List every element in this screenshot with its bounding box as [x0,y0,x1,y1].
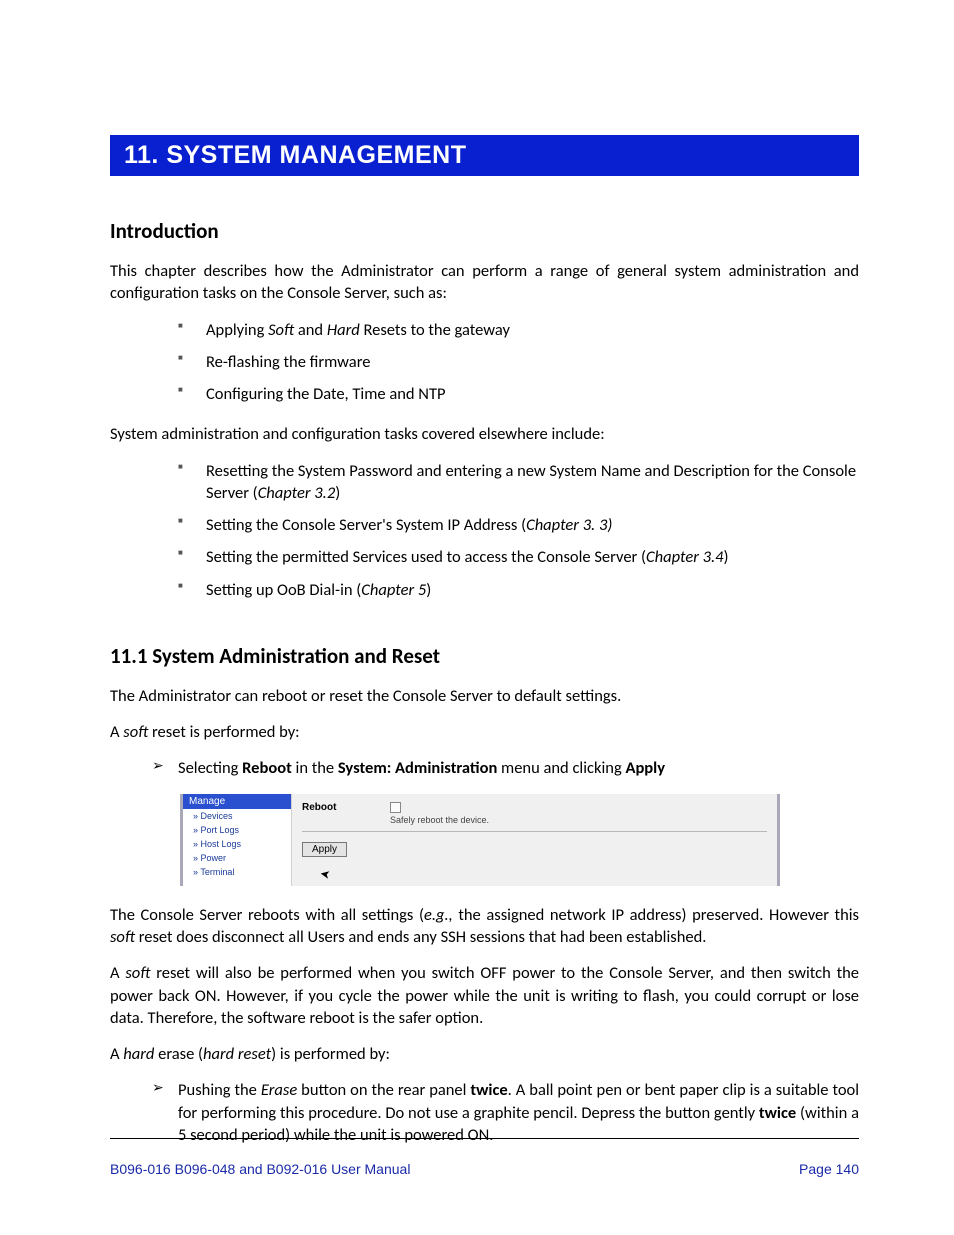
text-italic: e.g., [424,905,453,925]
section-11-1-heading: 11.1 System Administration and Reset [110,643,859,669]
text: and [294,320,327,340]
page-footer: B096-016 B096-048 and B092-016 User Manu… [110,1138,859,1177]
text: erase ( [154,1044,203,1064]
footer-left: B096-016 B096-048 and B092-016 User Manu… [110,1161,410,1177]
text: A [110,722,123,742]
arrow-list: Pushing the Erase button on the rear pan… [152,1079,859,1146]
text: The Console Server reboots with all sett… [110,905,424,925]
intro-heading: Introduction [110,218,859,244]
footer-rule [110,1138,859,1139]
text-italic: hard [123,1044,154,1064]
text: the assigned network IP address) preserv… [453,905,859,925]
list-item: Setting the permitted Services used to a… [178,546,859,568]
text: in the [292,758,338,778]
text: A [110,1044,123,1064]
arrow-list: Selecting Reboot in the System: Administ… [152,757,859,779]
reboot-help-text: Safely reboot the device. [390,815,767,825]
list-item: Resetting the System Password and enteri… [178,460,859,505]
text-italic: Soft [268,320,294,340]
text: Selecting [178,758,242,778]
text-italic: soft [110,927,135,947]
text-italic: Hard [327,320,360,340]
text: menu and clicking [497,758,625,778]
text: Resets to the gateway [360,320,510,340]
text-bold: Reboot [242,758,292,778]
text-italic: hard reset [203,1044,271,1064]
text: reset will also be performed when you sw… [110,963,859,1028]
text-italic: soft [125,963,150,983]
ui-screenshot: Manage Devices Port Logs Host Logs Power… [180,794,780,886]
list-item: Configuring the Date, Time and NTP [178,383,859,405]
list-item: Setting the Console Server's System IP A… [178,514,859,536]
text: Setting the permitted Services used to a… [206,547,646,567]
text-bold: System: Administration [338,758,497,778]
sidebar-header: Manage [183,794,291,809]
text: reset does disconnect all Users and ends… [135,927,706,947]
text-bold: twice [470,1080,507,1100]
intro-paragraph-1: This chapter describes how the Administr… [110,260,859,305]
form-panel: Reboot Safely reboot the device. Apply ➤ [291,794,777,886]
sidebar-item-host-logs[interactable]: Host Logs [183,837,291,851]
body-paragraph: A soft reset will also be performed when… [110,962,859,1029]
text-italic: Erase [261,1080,297,1100]
text: Setting up OoB Dial-in ( [206,580,361,600]
text-italic: Chapter 3.4 [646,547,724,567]
body-paragraph: The Console Server reboots with all sett… [110,904,859,949]
text-italic: Chapter 3.2 [258,483,336,503]
text: Pushing the [178,1080,261,1100]
sidebar-item-port-logs[interactable]: Port Logs [183,823,291,837]
text: ) is performed by: [271,1044,390,1064]
cursor-icon: ➤ [319,866,332,883]
body-paragraph: A soft reset is performed by: [110,721,859,743]
text-italic: soft [123,722,148,742]
text: A [110,963,125,983]
text: ) [724,547,729,567]
text-italic: Chapter 5 [361,580,426,600]
form-divider [302,831,767,832]
list-item: Pushing the Erase button on the rear pan… [152,1079,859,1146]
text-italic: Chapter 3. 3) [526,515,612,535]
text: reset is performed by: [148,722,299,742]
sidebar-item-terminal[interactable]: Terminal [183,865,291,879]
reboot-checkbox[interactable] [390,802,401,813]
text-bold: Apply [625,758,665,778]
body-paragraph: The Administrator can reboot or reset th… [110,685,859,707]
screenshot-border [777,794,780,886]
manage-sidebar: Manage Devices Port Logs Host Logs Power… [183,794,291,886]
list-item: Re-flashing the firmware [178,351,859,373]
text: button on the rear panel [297,1080,470,1100]
sidebar-item-devices[interactable]: Devices [183,809,291,823]
sidebar-item-power[interactable]: Power [183,851,291,865]
intro-list-2: Resetting the System Password and enteri… [178,460,859,601]
reboot-label: Reboot [302,802,390,813]
text: Setting the Console Server's System IP A… [206,515,526,535]
intro-list-1: Applying Soft and Hard Resets to the gat… [178,319,859,406]
apply-button[interactable]: Apply [302,842,347,857]
body-paragraph: A hard erase (hard reset) is performed b… [110,1043,859,1065]
footer-right: Page 140 [799,1161,859,1177]
text: ) [335,483,340,503]
text: Applying [206,320,268,340]
list-item: Setting up OoB Dial-in (Chapter 5) [178,579,859,601]
text-bold: twice [759,1103,796,1123]
intro-paragraph-2: System administration and configuration … [110,423,859,445]
list-item: Selecting Reboot in the System: Administ… [152,757,859,779]
chapter-title-bar: 11. SYSTEM MANAGEMENT [110,135,859,176]
list-item: Applying Soft and Hard Resets to the gat… [178,319,859,341]
text: ) [426,580,431,600]
